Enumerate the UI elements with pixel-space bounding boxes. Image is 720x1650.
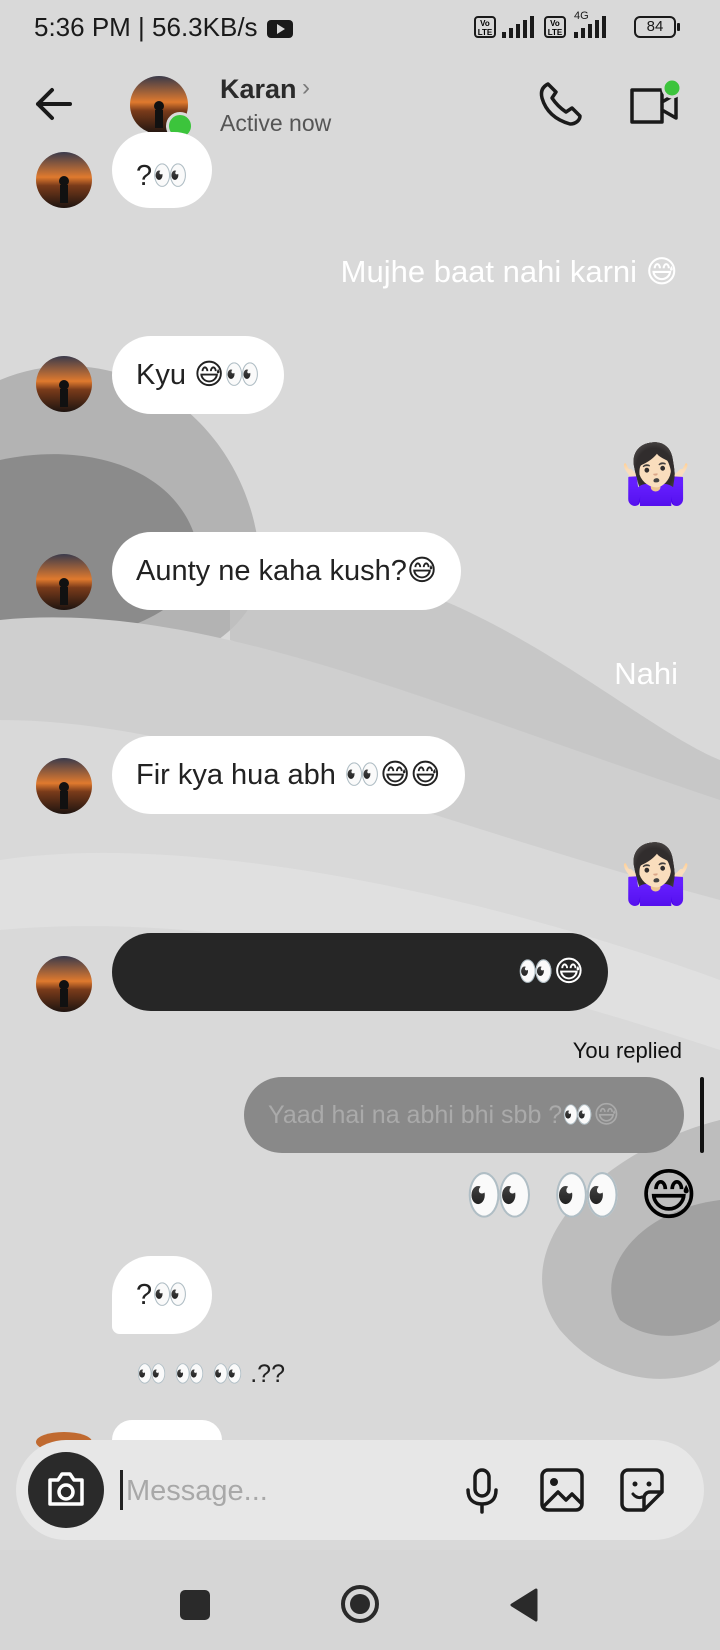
- microphone-icon[interactable]: [454, 1462, 510, 1518]
- contact-name[interactable]: Karan: [220, 74, 297, 105]
- message-bubble-incoming[interactable]: Fir kya hua abh 👀😅😅: [112, 736, 465, 814]
- message-bubble-incoming[interactable]: ?👀: [112, 132, 213, 208]
- reply-indicator-bar: [700, 1077, 704, 1153]
- status-time-speed: 5:36 PM | 56.3KB/s: [34, 12, 293, 43]
- chat-background: [0, 0, 720, 1650]
- battery-indicator: 84: [634, 16, 680, 38]
- signal-icon: [502, 16, 536, 38]
- reply-quote-bubble[interactable]: Yaad hai na abhi bhi sbb ?👀😅: [244, 1077, 684, 1153]
- contact-avatar-small[interactable]: [36, 356, 92, 412]
- volte-icon-2: Vo LTE: [544, 16, 566, 38]
- nav-back-button[interactable]: [506, 1586, 540, 1624]
- message-outgoing[interactable]: Mujhe baat nahi karni 😅: [341, 254, 678, 290]
- message-bubble-incoming-hidden[interactable]: 👀😅: [112, 933, 608, 1011]
- message-outgoing-emoji[interactable]: 🤷🏻‍♀️: [620, 840, 692, 909]
- home-button[interactable]: [340, 1584, 380, 1624]
- message-input[interactable]: [124, 1462, 458, 1520]
- chat-header: Karan › Active now: [0, 60, 720, 156]
- recents-button[interactable]: [180, 1590, 210, 1620]
- back-arrow-icon[interactable]: [28, 78, 80, 130]
- message-composer: [16, 1440, 704, 1540]
- message-outgoing[interactable]: Nahi: [614, 656, 678, 692]
- camera-button[interactable]: [28, 1452, 104, 1528]
- contact-avatar-small[interactable]: [36, 554, 92, 610]
- phone-icon[interactable]: [534, 78, 586, 130]
- status-bar: 5:36 PM | 56.3KB/s Vo LTE Vo LTE 4G 84: [0, 0, 720, 56]
- message-outgoing-emoji[interactable]: 👀 👀 😅: [465, 1162, 698, 1228]
- active-status: Active now: [220, 110, 332, 136]
- message-incoming-text[interactable]: 👀 👀 👀 .??: [136, 1360, 285, 1389]
- contact-avatar-small[interactable]: [36, 758, 92, 814]
- video-call-icon[interactable]: [626, 78, 686, 130]
- chevron-right-icon[interactable]: ›: [302, 74, 310, 102]
- replied-label: You replied: [572, 1038, 682, 1063]
- message-bubble-incoming[interactable]: Aunty ne kaha kush?😅: [112, 532, 462, 610]
- text-cursor: [120, 1470, 123, 1510]
- contact-avatar-small[interactable]: [36, 152, 92, 208]
- gallery-icon[interactable]: [534, 1462, 590, 1518]
- message-outgoing-emoji[interactable]: 🤷🏻‍♀️: [620, 440, 692, 509]
- volte-icon: Vo LTE: [474, 16, 496, 38]
- contact-avatar-small[interactable]: [36, 956, 92, 1012]
- message-bubble-incoming[interactable]: Kyu 😅👀: [112, 336, 285, 414]
- youtube-notification-icon: [266, 20, 293, 39]
- camera-icon: [48, 1472, 84, 1506]
- signal-icon-2: [572, 16, 606, 38]
- message-bubble-incoming[interactable]: ?👀: [112, 1256, 213, 1334]
- message-bubble-partial: [112, 1420, 222, 1440]
- sticker-icon[interactable]: [614, 1462, 670, 1518]
